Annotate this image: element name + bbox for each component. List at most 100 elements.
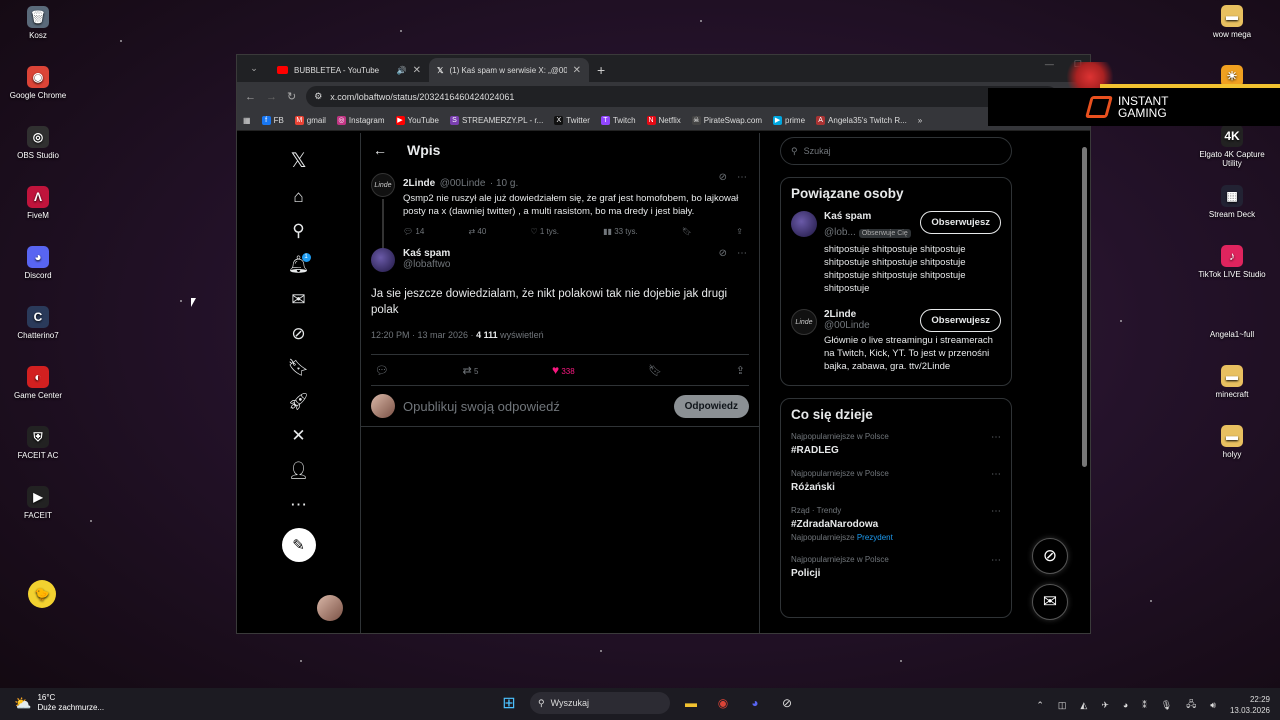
- like-action[interactable]: ♥ 338: [552, 363, 575, 377]
- following-button[interactable]: Obserwujesz: [920, 211, 1001, 234]
- share-icon[interactable]: ⇪: [736, 364, 745, 377]
- desktop-icon[interactable]: ◎ OBS Studio: [0, 126, 76, 160]
- bookmark-item[interactable]: ☠ PirateSwap.com: [691, 116, 762, 125]
- desktop-icon[interactable]: 🗑 Kosz: [0, 6, 76, 40]
- windows-start-icon[interactable]: ⊞: [498, 692, 520, 714]
- bookmark-item[interactable]: ▶ YouTube: [395, 116, 439, 125]
- trend-item[interactable]: Najpopularniejsze w Polsce Policji ⋯: [791, 555, 1001, 579]
- desktop-icon[interactable]: 4K Elgato 4K Capture Utility: [1194, 125, 1270, 168]
- speaker-icon[interactable]: 🔊: [397, 66, 407, 75]
- duck-icon[interactable]: 🐤: [4, 580, 80, 611]
- x-logo-icon[interactable]: 𝕏: [282, 143, 316, 177]
- messages-fab-icon[interactable]: ✉: [1032, 584, 1068, 620]
- reply-input[interactable]: Opublikuj swoją odpowiedź: [403, 399, 666, 414]
- scrollbar[interactable]: [1082, 139, 1088, 629]
- grok-icon[interactable]: ⊘: [282, 317, 316, 351]
- more-options-icon[interactable]: ⋯: [737, 172, 747, 183]
- desktop-icon[interactable]: ♪ TikTok LIVE Studio: [1194, 245, 1270, 279]
- scrollbar-thumb[interactable]: [1082, 147, 1087, 467]
- rocket-icon[interactable]: 🚀︎: [282, 385, 316, 419]
- reload-icon[interactable]: ↻: [287, 90, 296, 103]
- desktop-icon[interactable]: ⛨ FACEIT AC: [0, 426, 76, 460]
- person-card[interactable]: Kaś spam @lob... Obserwuje Cię shitpostuj…: [791, 211, 1001, 295]
- desktop-icon[interactable]: ▶ FACEIT: [0, 486, 76, 520]
- instant-gaming-ad[interactable]: INSTANT GAMING: [988, 88, 1280, 126]
- chrome-icon[interactable]: ◉: [712, 692, 734, 714]
- bookmark-item[interactable]: S STREAMERZY.PL - r...: [449, 116, 543, 125]
- desktop-icon[interactable]: C Chatterino7: [0, 306, 76, 340]
- views-action[interactable]: ▮▮ 33 tys.: [603, 227, 638, 236]
- avatar[interactable]: [791, 211, 817, 237]
- grok-icon[interactable]: ⊘: [719, 248, 727, 259]
- forward-icon[interactable]: →: [266, 91, 277, 103]
- new-tab-button[interactable]: +: [597, 62, 605, 78]
- desktop-icon[interactable]: ▬ holyy: [1194, 425, 1270, 459]
- more-options-icon[interactable]: ⋯: [991, 432, 1001, 443]
- bookmarks-icon[interactable]: 🔖︎: [282, 351, 316, 385]
- minimize-icon[interactable]: —: [1045, 59, 1054, 70]
- compose-post-button[interactable]: ✎: [281, 527, 316, 562]
- author-handle[interactable]: @00Linde: [440, 178, 486, 189]
- tray-app-icon[interactable]: ◫: [1058, 700, 1067, 711]
- app-icon[interactable]: ⊘: [776, 692, 798, 714]
- more-icon[interactable]: ⋯: [282, 488, 316, 522]
- following-button[interactable]: Obserwujesz: [920, 309, 1001, 332]
- parent-post[interactable]: Linde 2Linde @00Linde · 10 g. Qsmp2 nie …: [361, 167, 759, 257]
- account-avatar[interactable]: [317, 595, 343, 621]
- bookmark-item[interactable]: N Netflix: [646, 116, 681, 125]
- person-card[interactable]: Linde 2Linde @00Linde Głównie o live str…: [791, 309, 1001, 373]
- tab-x-post[interactable]: 𝕏 (1) Kaś spam w serwisie X: „@00 ✕: [429, 58, 589, 82]
- messages-icon[interactable]: ✉: [282, 283, 316, 317]
- clock[interactable]: 22:29 13.03.2026: [1230, 694, 1270, 716]
- close-tab-icon[interactable]: ✕: [573, 65, 581, 76]
- bookmark-item[interactable]: T Twitch: [600, 116, 636, 125]
- author-name[interactable]: Kaś spam: [403, 248, 450, 259]
- microphone-icon[interactable]: 🎙︎: [1161, 700, 1172, 711]
- post-datetime[interactable]: 12:20 PM · 13 mar 2026 ·: [371, 330, 474, 340]
- trend-item[interactable]: Najpopularniejsze w Polsce #RADLEG ⋯: [791, 432, 1001, 456]
- profile-icon[interactable]: 👤︎: [282, 454, 316, 488]
- tab-search-dropdown[interactable]: ⌄: [243, 58, 265, 78]
- author-name[interactable]: 2Linde: [403, 178, 435, 189]
- desktop-icon[interactable]: ◉ Google Chrome: [0, 66, 76, 100]
- taskbar-search[interactable]: ⚲ Wyszukaj: [530, 692, 670, 714]
- desktop-icon[interactable]: ◐ Game Center: [0, 366, 76, 400]
- more-options-icon[interactable]: ⋯: [991, 555, 1001, 566]
- desktop-icon[interactable]: ▬ minecraft: [1194, 365, 1270, 399]
- search-icon[interactable]: ⚲: [282, 214, 316, 248]
- notifications-icon[interactable]: 🔔︎ 1: [282, 248, 316, 282]
- trend-sub-link[interactable]: Prezydent: [857, 533, 893, 542]
- apps-grid-icon[interactable]: ▦: [243, 116, 251, 125]
- network-icon[interactable]: 🖧: [1186, 697, 1196, 713]
- author-handle[interactable]: @lobaftwo: [403, 259, 450, 270]
- bookmark-icon[interactable]: 🔖︎: [682, 227, 692, 236]
- volume-icon[interactable]: 🔊︎: [1210, 700, 1216, 711]
- desktop-icon[interactable]: Λ FiveM: [0, 186, 76, 220]
- avatar[interactable]: Linde: [371, 173, 395, 197]
- tray-app-icon[interactable]: ⁑: [1142, 700, 1147, 711]
- bookmark-item[interactable]: ▶ prime: [773, 116, 805, 125]
- bookmark-item[interactable]: ◎ Instagram: [336, 116, 385, 125]
- tray-app-icon[interactable]: ◕: [1123, 700, 1128, 710]
- post-time[interactable]: · 10 g.: [490, 178, 518, 189]
- repost-action[interactable]: ⇄ 5: [463, 364, 479, 377]
- reply-icon[interactable]: 💬︎: [375, 364, 389, 377]
- back-icon[interactable]: ←: [245, 91, 256, 103]
- tab-youtube[interactable]: BUBBLETEA - YouTube 🔊 ✕: [269, 58, 429, 82]
- discord-icon[interactable]: ◕: [744, 692, 766, 714]
- avatar[interactable]: Linde: [791, 309, 817, 335]
- bookmark-item[interactable]: X Twitter: [554, 116, 590, 125]
- more-bookmarks-icon[interactable]: »: [918, 116, 922, 125]
- bookmark-item[interactable]: A Angela35's Twitch R...: [816, 116, 907, 125]
- repost-action[interactable]: ⇄ 40: [468, 227, 486, 236]
- file-explorer-icon[interactable]: ▬: [680, 692, 702, 714]
- reply-action[interactable]: 💬︎ 14: [403, 227, 424, 236]
- reply-button[interactable]: Odpowiedz: [673, 394, 749, 418]
- weather-widget[interactable]: ⛅ 16°C Duże zachmurze...: [14, 693, 104, 713]
- more-options-icon[interactable]: ⋯: [991, 469, 1001, 480]
- back-arrow-icon[interactable]: ←: [373, 142, 387, 158]
- search-input[interactable]: ⚲ Szukaj: [780, 137, 1012, 165]
- close-tab-icon[interactable]: ✕: [413, 65, 421, 76]
- more-options-icon[interactable]: ⋯: [991, 506, 1001, 517]
- desktop-icon[interactable]: ◕ Discord: [0, 246, 76, 280]
